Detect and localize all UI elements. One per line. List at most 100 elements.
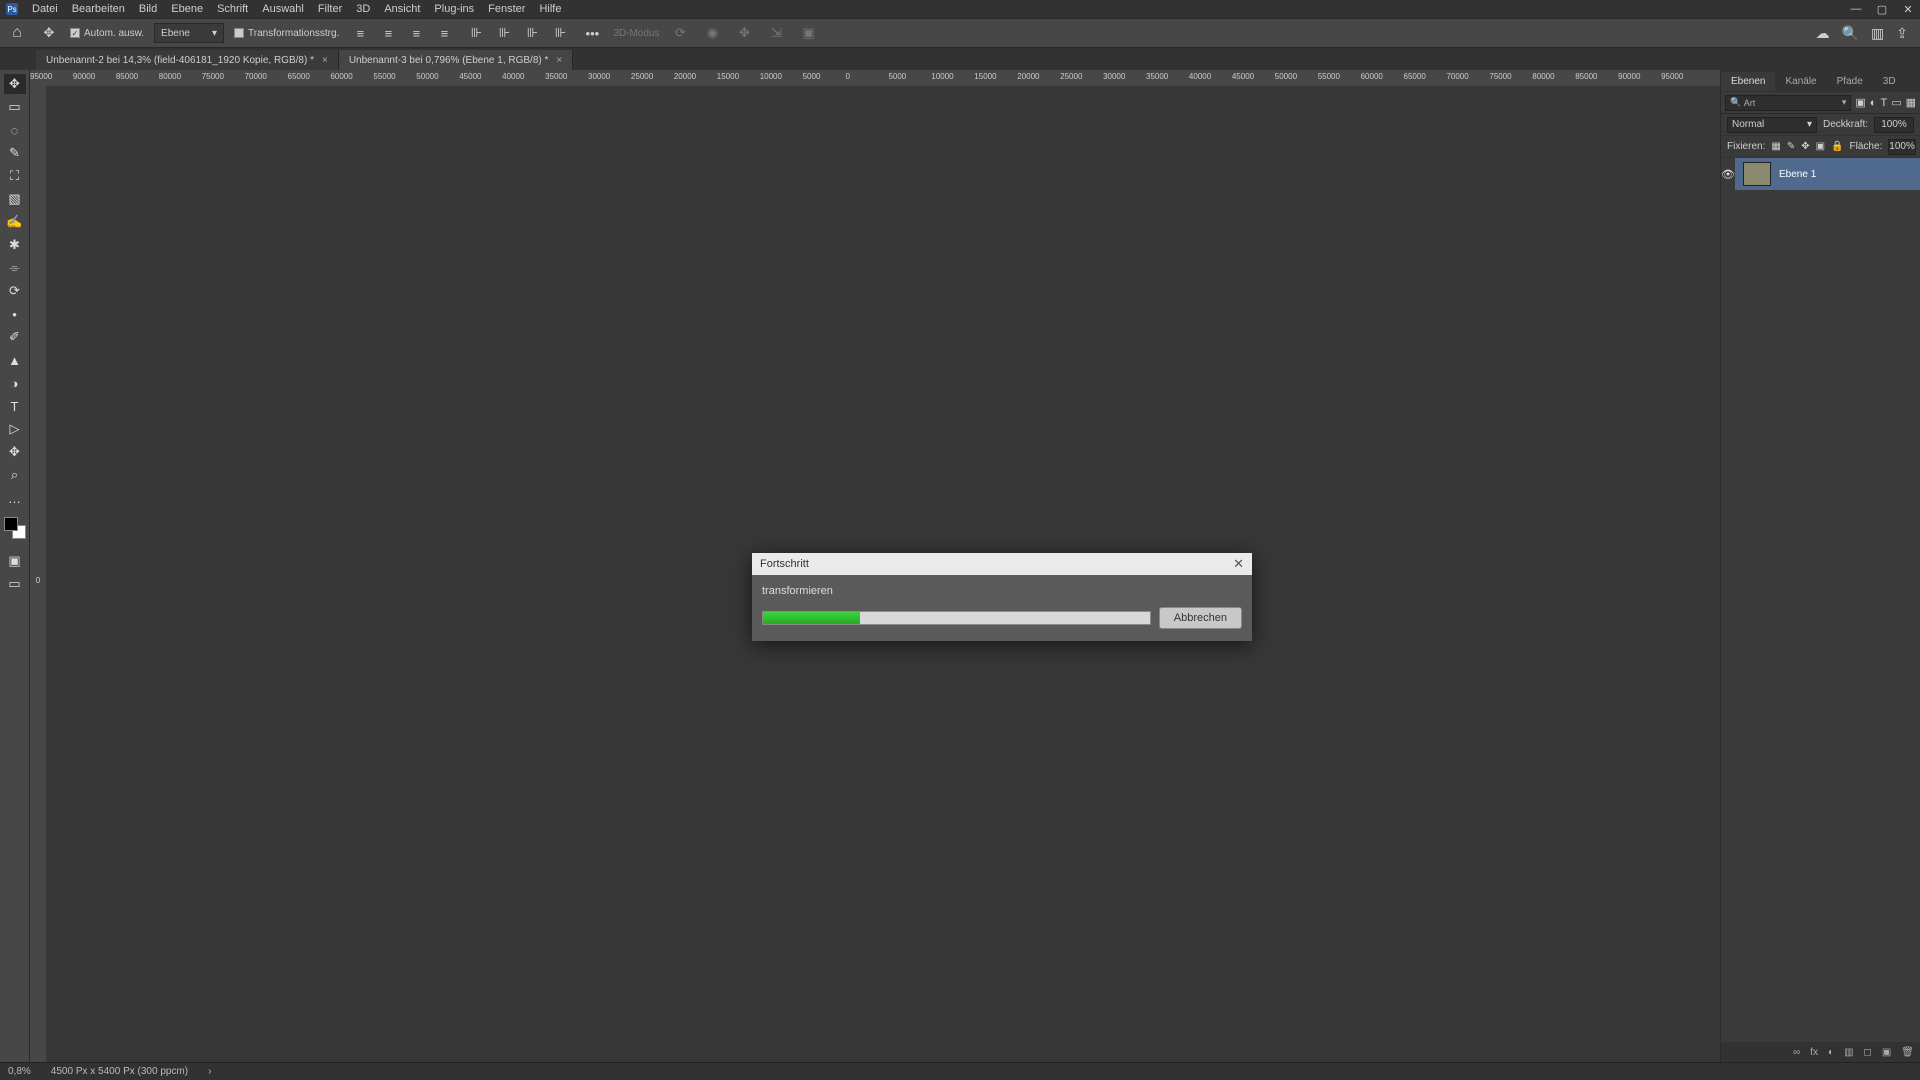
panel-tab-pfade[interactable]: Pfade xyxy=(1827,72,1873,91)
menu-datei[interactable]: Datei xyxy=(32,3,58,15)
fill-label: Fläche: xyxy=(1850,141,1883,152)
eraser-tool[interactable]: ✐ xyxy=(4,327,26,347)
cloud-docs-icon[interactable]: ☁ xyxy=(1816,25,1830,42)
screen-mode-icon[interactable]: ▭ xyxy=(4,574,26,594)
menu-filter[interactable]: Filter xyxy=(318,3,342,15)
layer-row[interactable]: 👁 Ebene 1 xyxy=(1721,158,1920,190)
transform-controls-checkbox[interactable]: Transformationsstrg. xyxy=(234,28,339,39)
document-tab[interactable]: Unbenannt-3 bei 0,796% (Ebene 1, RGB/8) … xyxy=(339,50,573,70)
fill-input[interactable]: 100% xyxy=(1888,139,1916,155)
menu-bild[interactable]: Bild xyxy=(139,3,157,15)
history-brush-tool[interactable]: • xyxy=(4,304,26,324)
filter-smartobj-icon[interactable]: ▦ xyxy=(1906,96,1916,109)
status-more-icon[interactable]: › xyxy=(208,1066,211,1077)
align-left-icon[interactable]: ≡ xyxy=(349,22,371,44)
move-tool-icon[interactable]: ✥ xyxy=(38,22,60,44)
layer-visibility-icon[interactable]: 👁 xyxy=(1721,158,1735,190)
window-maximize[interactable]: ▢ xyxy=(1876,3,1888,16)
healing-brush-tool[interactable]: ✱ xyxy=(4,235,26,255)
align-bottom-icon[interactable]: ⊪ xyxy=(521,22,543,44)
lock-all-icon[interactable]: 🔒 xyxy=(1831,141,1843,152)
ruler-mark: 15000 xyxy=(974,72,996,81)
document-dimensions[interactable]: 4500 Px x 5400 Px (300 ppcm) xyxy=(51,1066,188,1077)
link-layers-icon[interactable]: ∞ xyxy=(1793,1047,1800,1058)
workspace-icon[interactable]: ▥ xyxy=(1871,25,1884,42)
frame-tool[interactable]: ▧ xyxy=(4,189,26,209)
align-center-h-icon[interactable]: ≡ xyxy=(377,22,399,44)
align-top-icon[interactable]: ⊪ xyxy=(465,22,487,44)
lock-artboard-icon[interactable]: ▣ xyxy=(1816,141,1825,152)
menu-schrift[interactable]: Schrift xyxy=(217,3,248,15)
color-swatches[interactable] xyxy=(4,517,26,539)
zoom-level[interactable]: 0,8% xyxy=(8,1066,31,1077)
cancel-button[interactable]: Abbrechen xyxy=(1159,607,1242,629)
layer-fx-icon[interactable]: fx xyxy=(1810,1047,1818,1058)
auto-select-checkbox[interactable]: ✓ Autom. ausw. xyxy=(70,28,144,39)
menu-auswahl[interactable]: Auswahl xyxy=(262,3,304,15)
blend-mode-dropdown[interactable]: Normal▾ xyxy=(1727,117,1817,133)
menu-bearbeiten[interactable]: Bearbeiten xyxy=(72,3,125,15)
dialog-titlebar[interactable]: Fortschritt ✕ xyxy=(752,553,1252,575)
ruler-mark: 35000 xyxy=(1146,72,1168,81)
menu-fenster[interactable]: Fenster xyxy=(488,3,525,15)
layer-mask-icon[interactable]: ◐ xyxy=(1828,1047,1834,1058)
canvas[interactable]: Fortschritt ✕ transformieren Abbrechen xyxy=(46,86,1720,1062)
opacity-input[interactable]: 100% xyxy=(1874,117,1914,133)
close-tab-icon[interactable]: × xyxy=(556,55,562,66)
dialog-close-icon[interactable]: ✕ xyxy=(1233,556,1244,572)
panel-tab-3d[interactable]: 3D xyxy=(1873,72,1906,91)
close-tab-icon[interactable]: × xyxy=(322,55,328,66)
layer-filter-dropdown[interactable]: 🔍 Art ▾ xyxy=(1725,95,1851,111)
menu-ansicht[interactable]: Ansicht xyxy=(384,3,420,15)
align-right-icon[interactable]: ≡ xyxy=(405,22,427,44)
zoom-tool[interactable]: ⌕ xyxy=(4,465,26,485)
hand-tool[interactable]: ✥ xyxy=(4,442,26,462)
new-layer-icon[interactable]: ▣ xyxy=(1882,1047,1891,1058)
menu-plugins[interactable]: Plug-ins xyxy=(434,3,474,15)
menu-ebene[interactable]: Ebene xyxy=(171,3,203,15)
group-layers-icon[interactable]: ◻ xyxy=(1864,1047,1872,1058)
distribute-h-icon[interactable]: ≡ xyxy=(433,22,455,44)
layer-name[interactable]: Ebene 1 xyxy=(1779,169,1816,180)
search-icon[interactable]: 🔍 xyxy=(1842,25,1859,42)
filter-type-icon[interactable]: T xyxy=(1880,97,1887,109)
window-minimize[interactable]: — xyxy=(1850,3,1862,16)
distribute-v-icon[interactable]: ⊪ xyxy=(549,22,571,44)
lock-position-icon[interactable]: ✥ xyxy=(1801,141,1809,152)
layer-thumbnail[interactable] xyxy=(1743,162,1771,186)
window-close[interactable]: ✕ xyxy=(1902,3,1914,16)
foreground-color-swatch[interactable] xyxy=(4,517,18,531)
lasso-tool[interactable]: ◌ xyxy=(4,120,26,140)
eyedropper-tool[interactable]: ✍ xyxy=(4,212,26,232)
ruler-mark: 20000 xyxy=(1017,72,1039,81)
gradient-tool[interactable]: ▲ xyxy=(4,350,26,370)
share-icon[interactable]: ⇪ xyxy=(1896,25,1908,42)
marquee-tool[interactable]: ▭ xyxy=(4,97,26,117)
lock-transparency-icon[interactable]: ▦ xyxy=(1771,141,1780,152)
more-options-icon[interactable]: ••• xyxy=(581,22,603,44)
menu-3d[interactable]: 3D xyxy=(356,3,370,15)
delete-layer-icon[interactable]: 🗑 xyxy=(1901,1047,1914,1058)
move-tool[interactable]: ✥ xyxy=(4,74,26,94)
home-icon[interactable] xyxy=(6,22,28,44)
magic-wand-tool[interactable]: ✎ xyxy=(4,143,26,163)
filter-adjust-icon[interactable]: ◐ xyxy=(1870,97,1877,109)
auto-select-target-dropdown[interactable]: Ebene▾ xyxy=(154,23,224,43)
edit-toolbar-icon[interactable]: … xyxy=(4,488,26,508)
menu-hilfe[interactable]: Hilfe xyxy=(539,3,561,15)
adjustment-layer-icon[interactable]: ▥ xyxy=(1844,1047,1853,1058)
document-tab[interactable]: Unbenannt-2 bei 14,3% (field-406181_1920… xyxy=(36,50,339,70)
path-selection-tool[interactable]: ▷ xyxy=(4,419,26,439)
panel-tab-ebenen[interactable]: Ebenen xyxy=(1721,72,1775,91)
crop-tool[interactable]: ⛶ xyxy=(4,166,26,186)
panel-tab-kanaele[interactable]: Kanäle xyxy=(1775,72,1826,91)
clone-stamp-tool[interactable]: ⟳ xyxy=(4,281,26,301)
quick-mask-icon[interactable]: ▣ xyxy=(4,551,26,571)
dodge-tool[interactable]: ◑ xyxy=(4,373,26,393)
align-middle-icon[interactable]: ⊪ xyxy=(493,22,515,44)
filter-pixel-icon[interactable]: ▣ xyxy=(1855,96,1865,109)
lock-pixels-icon[interactable]: ✎ xyxy=(1787,141,1795,152)
brush-tool[interactable]: ⌯ xyxy=(4,258,26,278)
type-tool[interactable]: T xyxy=(4,396,26,416)
filter-shape-icon[interactable]: ▭ xyxy=(1891,96,1901,109)
